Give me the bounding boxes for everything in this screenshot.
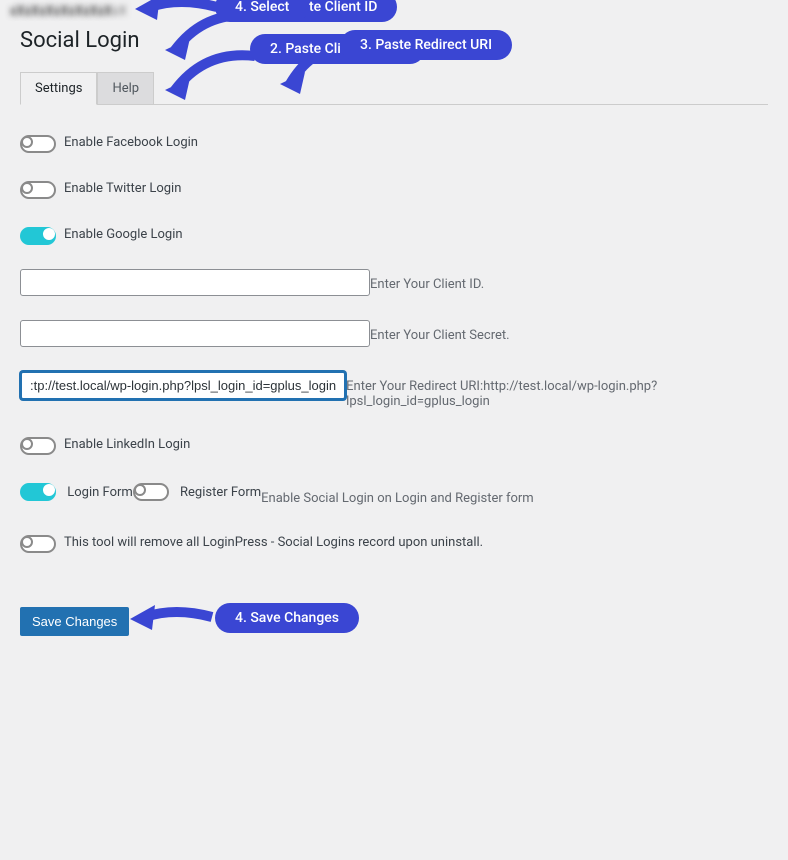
client-secret-input[interactable] [20,320,370,347]
register-form-toggle-label: Register Form [180,485,261,500]
client-secret-masked: xXxXxXxXxXxXxX [10,4,112,19]
google-toggle-label: Enable Google Login [64,227,183,242]
linkedin-toggle[interactable] [20,437,56,455]
enable-on-desc: Enable Social Login on Login and Registe… [261,491,534,506]
tab-settings[interactable]: Settings [20,72,97,105]
redirect-uri-input[interactable] [20,371,346,400]
remove-desc: This tool will remove all LoginPress - S… [64,535,483,550]
facebook-toggle-label: Enable Facebook Login [64,135,198,150]
login-form-toggle-label: Login Form [67,485,133,500]
client-secret-desc: Enter Your Client Secret. [370,328,510,343]
google-toggle[interactable] [20,227,56,245]
remove-toggle[interactable] [20,535,56,553]
tab-help[interactable]: Help [97,72,154,105]
save-button[interactable]: Save Changes [20,607,129,636]
callout-save: 4. Save Changes [215,603,359,633]
arrow-icon [165,50,265,110]
arrow-icon [130,605,220,635]
arrow-icon [135,0,225,25]
tabs: Settings Help [20,71,768,105]
linkedin-toggle-label: Enable LinkedIn Login [64,437,190,452]
twitter-toggle-label: Enable Twitter Login [64,181,181,196]
client-id-desc: Enter Your Client ID. [370,277,484,292]
client-id-input[interactable] [20,269,370,296]
callout-redirect-uri: 3. Paste Redirect URI [340,30,512,60]
register-form-toggle[interactable] [133,483,169,501]
twitter-toggle[interactable] [20,181,56,199]
redirect-uri-desc: Enter Your Redirect URI:http://test.loca… [346,379,768,409]
callout-select: 4. Select [215,0,309,22]
facebook-toggle[interactable] [20,135,56,153]
login-form-toggle[interactable] [20,483,56,501]
